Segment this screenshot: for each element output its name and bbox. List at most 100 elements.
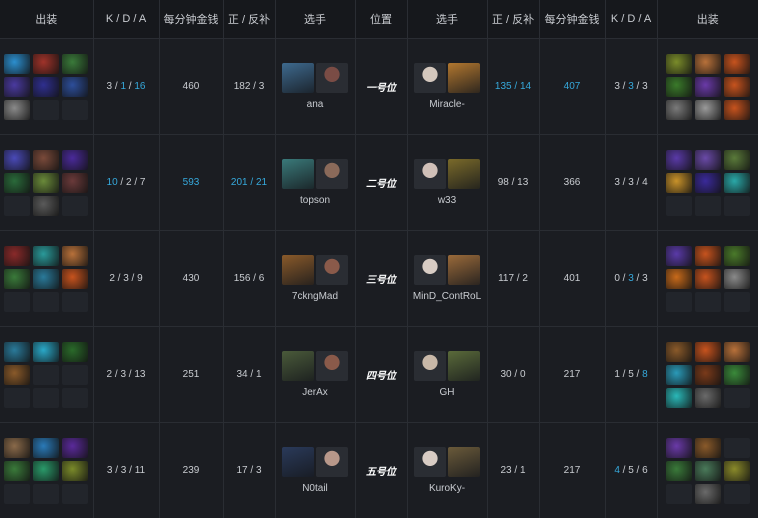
player-photo[interactable] [316,351,348,381]
item-icon[interactable] [33,461,59,481]
item-icon[interactable] [695,77,721,97]
item-icon[interactable] [62,77,88,97]
item-icon[interactable] [724,150,750,170]
item-icon[interactable] [666,246,692,266]
item-icon[interactable] [724,342,750,362]
item-icon[interactable] [666,342,692,362]
player-name[interactable]: GH [440,387,455,398]
item-icon[interactable] [695,173,721,193]
player-name[interactable]: KuroKy- [429,483,465,494]
item-icon[interactable] [695,54,721,74]
item-icon[interactable] [4,173,30,193]
player-name[interactable]: Miracle- [429,99,465,110]
item-icon[interactable] [666,365,692,385]
item-icon[interactable] [4,461,30,481]
item-icon[interactable] [666,388,692,408]
item-icon[interactable] [695,388,721,408]
hero-portrait[interactable] [282,351,314,381]
item-icon[interactable] [724,461,750,481]
item-icon[interactable] [666,173,692,193]
item-icon[interactable] [695,100,721,120]
item-icon[interactable] [62,269,88,289]
item-icon[interactable] [4,269,30,289]
player-name[interactable]: N0tail [302,483,328,494]
item-icon[interactable] [62,173,88,193]
item-icon[interactable] [666,269,692,289]
hero-portrait[interactable] [282,159,314,189]
gpm-right: 217 [539,327,605,423]
player-photo[interactable] [414,159,446,189]
item-icon[interactable] [724,100,750,120]
item-icon[interactable] [33,269,59,289]
item-icon[interactable] [666,461,692,481]
item-icon[interactable] [62,342,88,362]
hero-portrait[interactable] [282,447,314,477]
hero-portrait[interactable] [448,447,480,477]
hero-portrait[interactable] [448,63,480,93]
item-icon[interactable] [695,365,721,385]
item-icon[interactable] [695,438,721,458]
item-icon[interactable] [695,461,721,481]
item-icon[interactable] [666,150,692,170]
player-name[interactable]: ana [307,99,324,110]
player-photo[interactable] [414,351,446,381]
item-icon[interactable] [33,342,59,362]
player-name[interactable]: w33 [438,195,456,206]
item-icon[interactable] [4,246,30,266]
player-photo[interactable] [414,447,446,477]
item-icon[interactable] [62,246,88,266]
player-photo[interactable] [316,255,348,285]
item-icon[interactable] [724,269,750,289]
item-icon[interactable] [695,150,721,170]
item-icon[interactable] [4,100,30,120]
item-icon[interactable] [666,77,692,97]
item-icon[interactable] [33,77,59,97]
item-icon[interactable] [695,246,721,266]
hero-portrait[interactable] [282,63,314,93]
item-icon[interactable] [724,246,750,266]
player-photo[interactable] [316,159,348,189]
item-icon[interactable] [724,54,750,74]
player-photo[interactable] [414,255,446,285]
item-icon[interactable] [33,438,59,458]
item-icon[interactable] [4,342,30,362]
item-icon[interactable] [666,54,692,74]
empty-item-slot [4,484,30,504]
item-icon[interactable] [4,365,30,385]
hero-portrait[interactable] [448,159,480,189]
item-icon[interactable] [62,150,88,170]
hero-portrait[interactable] [282,255,314,285]
item-icon[interactable] [4,438,30,458]
item-icon[interactable] [33,173,59,193]
hero-portrait[interactable] [448,255,480,285]
item-icon[interactable] [62,461,88,481]
empty-item-slot [62,388,88,408]
player-name[interactable]: topson [300,195,330,206]
player-name[interactable]: JerAx [302,387,328,398]
item-icon[interactable] [33,246,59,266]
item-icon[interactable] [62,54,88,74]
item-icon[interactable] [695,484,721,504]
item-icon[interactable] [666,438,692,458]
item-icon[interactable] [62,438,88,458]
item-icon[interactable] [666,100,692,120]
item-icon[interactable] [695,342,721,362]
player-photo[interactable] [316,447,348,477]
item-icon[interactable] [33,150,59,170]
item-icon[interactable] [4,77,30,97]
item-icon[interactable] [4,150,30,170]
player-photo[interactable] [316,63,348,93]
item-icon[interactable] [724,173,750,193]
item-icon[interactable] [724,365,750,385]
item-icon[interactable] [695,269,721,289]
player-name[interactable]: MinD_ContRoL [413,291,481,302]
item-icon[interactable] [33,196,59,216]
player-name[interactable]: 7ckngMad [292,291,338,302]
hero-portrait[interactable] [448,351,480,381]
player-photo[interactable] [414,63,446,93]
deaths: 3 [628,273,634,284]
item-icon[interactable] [4,54,30,74]
gpm-right: 401 [539,231,605,327]
item-icon[interactable] [724,77,750,97]
item-icon[interactable] [33,54,59,74]
